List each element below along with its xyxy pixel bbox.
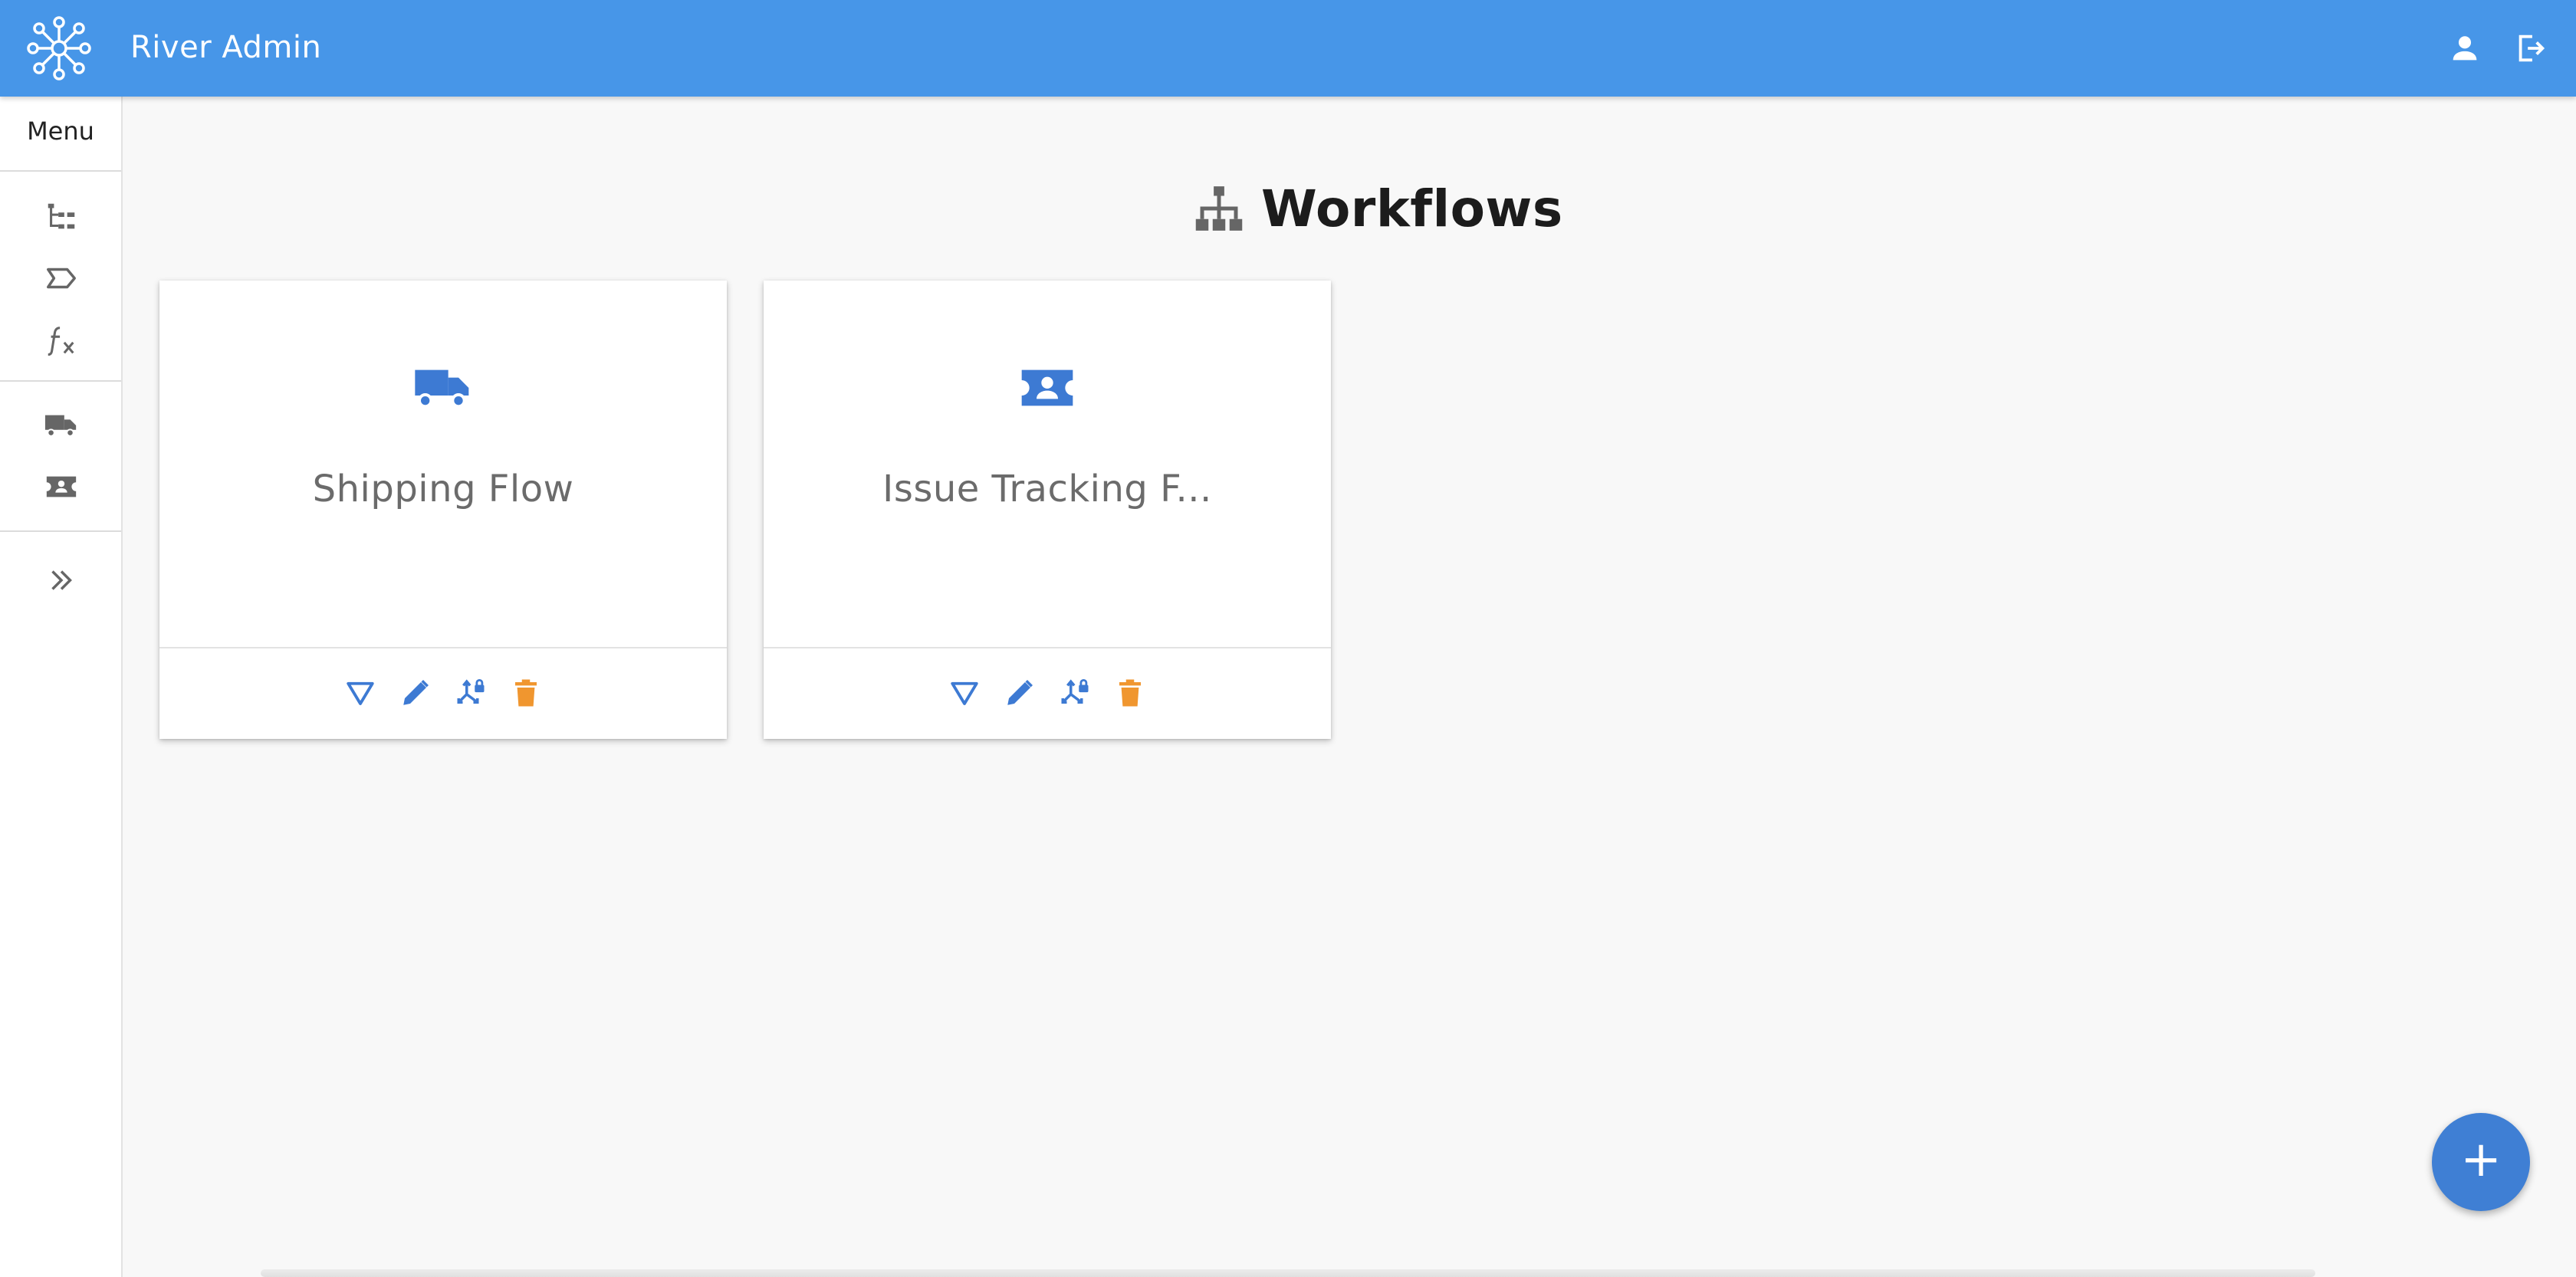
ticket-icon[interactable] xyxy=(44,469,79,504)
sitemap-icon xyxy=(1195,186,1243,231)
truck-icon xyxy=(415,369,469,409)
ticket-icon xyxy=(1021,369,1073,406)
add-workflow-button[interactable]: + xyxy=(2432,1113,2530,1211)
edit-icon[interactable] xyxy=(1004,677,1036,709)
state-tag-icon[interactable] xyxy=(44,261,79,296)
logout-icon[interactable] xyxy=(2513,31,2548,66)
sidebar-divider xyxy=(0,380,121,382)
permissions-icon[interactable] xyxy=(1059,677,1091,709)
card-actions xyxy=(159,664,727,722)
page-header: Workflows xyxy=(1192,178,1563,239)
delete-icon[interactable] xyxy=(510,677,542,709)
truck-icon[interactable] xyxy=(44,408,79,443)
card-divider xyxy=(764,647,1331,648)
page-title: Workflows xyxy=(1261,179,1563,238)
sidebar-divider xyxy=(0,530,121,532)
function-icon[interactable] xyxy=(44,323,79,359)
app-title: River Admin xyxy=(130,30,322,65)
logo-icon xyxy=(27,16,91,80)
card-actions xyxy=(764,664,1331,722)
permissions-icon[interactable] xyxy=(455,677,487,709)
workflow-card[interactable]: Shipping Flow xyxy=(159,281,727,739)
card-divider xyxy=(159,647,727,648)
top-app-bar: River Admin xyxy=(0,0,2576,97)
user-icon[interactable] xyxy=(2447,31,2482,66)
filter-icon[interactable] xyxy=(344,677,376,709)
double-chevron-right-icon[interactable] xyxy=(44,563,79,598)
sidebar-divider xyxy=(0,170,121,172)
workflow-name: Shipping Flow xyxy=(312,468,574,510)
edit-icon[interactable] xyxy=(399,677,432,709)
hierarchy-list-icon[interactable] xyxy=(44,199,79,235)
bottom-panel-edge xyxy=(261,1269,2315,1277)
menu-label: Menu xyxy=(27,117,94,146)
sidebar: Menu xyxy=(0,97,123,1277)
filter-icon[interactable] xyxy=(948,677,981,709)
delete-icon[interactable] xyxy=(1114,677,1146,709)
workflow-name: Issue Tracking F... xyxy=(882,468,1212,510)
workflow-card[interactable]: Issue Tracking F... xyxy=(764,281,1331,739)
